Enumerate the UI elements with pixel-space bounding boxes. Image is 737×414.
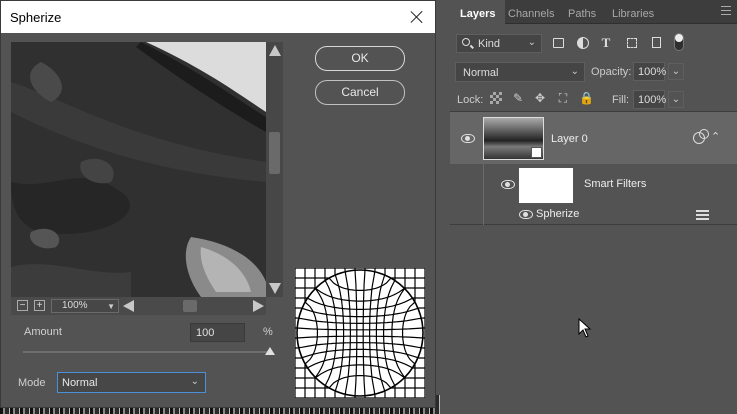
preview-zoom-bar: − + 100% ▼ [11, 297, 266, 315]
mode-label: Mode [18, 377, 46, 389]
zoom-in-button[interactable]: + [34, 300, 45, 311]
scroll-up-arrow-icon[interactable] [269, 45, 281, 56]
pixel-layer-filter-icon[interactable] [553, 38, 564, 48]
spherize-outline [296, 269, 424, 397]
spherize-dialog: Spherize − + 100% ▼ OK Cancel Amount 100… [0, 0, 436, 408]
filter-preview-image[interactable] [11, 42, 266, 297]
chevron-down-icon: ⌄ [570, 66, 579, 77]
horizontal-scroll-thumb[interactable] [183, 300, 197, 312]
mode-select-value: Normal [62, 377, 98, 389]
eye-visibility-icon[interactable] [519, 210, 533, 219]
amount-slider-handle[interactable] [265, 347, 275, 355]
tab-paths[interactable]: Paths [568, 0, 596, 24]
amount-unit: % [263, 326, 273, 338]
dialog-title: Spherize [10, 10, 62, 25]
smart-object-filter-icon[interactable] [652, 37, 661, 48]
lock-all-icon[interactable]: 🔒 [579, 92, 594, 104]
dialog-title-bar[interactable]: Spherize [1, 1, 435, 33]
opacity-value: 100% [638, 66, 667, 78]
zoom-out-button[interactable]: − [17, 300, 28, 311]
layer-thumbnail[interactable] [483, 117, 544, 160]
panel-menu-icon[interactable] [721, 6, 731, 15]
scroll-right-arrow-icon[interactable] [253, 300, 264, 312]
mode-select[interactable]: Normal ⌄ [57, 372, 206, 393]
cancel-button[interactable]: Cancel [315, 80, 405, 105]
opacity-label: Opacity: [591, 66, 632, 78]
chevron-down-icon[interactable]: ⌄ [668, 63, 684, 80]
blend-mode-select[interactable]: Normal ⌄ [455, 62, 585, 82]
fill-input[interactable]: 100% ⌄ [633, 90, 684, 109]
layer-name[interactable]: Layer 0 [551, 133, 588, 145]
lock-artboard-icon[interactable]: ⛶ [557, 92, 569, 104]
amount-label: Amount [24, 326, 62, 338]
chevron-down-icon: ⌄ [527, 37, 536, 48]
tab-channels[interactable]: Channels [508, 0, 554, 24]
chevron-down-icon[interactable]: ⌄ [668, 91, 684, 108]
zoom-level-select[interactable]: 100% ▼ [51, 299, 119, 313]
spherize-grid-preview [294, 267, 426, 399]
filter-item-spherize[interactable]: Spherize [536, 208, 579, 220]
lock-transparent-pixels-icon[interactable] [490, 92, 502, 104]
panel-tab-bar: Layers Channels Paths Libraries [450, 0, 737, 25]
smart-filters-group: Smart Filters Spherize [450, 164, 737, 225]
smart-filter-indicator-icon [693, 129, 709, 144]
search-icon [462, 38, 470, 46]
fill-value: 100% [638, 94, 667, 106]
tab-libraries[interactable]: Libraries [612, 0, 654, 24]
filter-mask-thumbnail[interactable] [518, 167, 574, 204]
fill-label: Fill: [612, 94, 630, 106]
close-icon[interactable] [407, 7, 427, 27]
scroll-left-arrow-icon[interactable] [123, 300, 134, 312]
lock-label: Lock: [457, 94, 484, 106]
preview-horizontal-scrollbar[interactable] [121, 298, 266, 314]
eye-visibility-icon[interactable] [461, 134, 475, 143]
chevron-down-icon: ⌄ [190, 376, 199, 387]
shape-layer-filter-icon[interactable] [627, 38, 637, 48]
layer-row[interactable]: Layer 0 ⌃ [450, 112, 737, 164]
type-layer-filter-icon[interactable]: T [600, 36, 612, 49]
opacity-input[interactable]: 100% ⌄ [633, 62, 684, 81]
lock-image-pixels-icon[interactable]: ✎ [512, 92, 524, 104]
preview-vertical-scrollbar[interactable] [266, 42, 283, 297]
smart-filters-label[interactable]: Smart Filters [584, 178, 646, 190]
chevron-down-icon: ▼ [107, 302, 115, 311]
spherize-grid-lines [294, 267, 426, 399]
amount-slider-track[interactable] [23, 351, 272, 353]
filter-blending-options-icon[interactable] [696, 210, 709, 220]
filter-kind-select[interactable]: Kind ⌄ [456, 34, 542, 53]
mouse-cursor-icon [578, 318, 592, 338]
filter-toggle-switch[interactable] [674, 33, 684, 51]
adjustment-layer-filter-icon[interactable] [577, 37, 589, 49]
eye-visibility-icon[interactable] [501, 180, 515, 189]
filter-kind-value: Kind [478, 38, 501, 50]
blend-mode-value: Normal [463, 67, 499, 79]
lock-position-icon[interactable]: ✥ [534, 92, 546, 104]
smart-object-badge-icon [531, 147, 542, 158]
photoshop-window: Spherize − + 100% ▼ OK Cancel Amount 100… [0, 0, 737, 414]
collapse-arrow-icon[interactable]: ⌃ [711, 130, 720, 143]
indent-line [483, 164, 484, 225]
layers-panel: Layers Channels Paths Libraries Kind ⌄ T… [450, 0, 737, 414]
ok-button[interactable]: OK [315, 46, 405, 71]
tab-layers[interactable]: Layers [450, 0, 506, 25]
vertical-scroll-thumb[interactable] [269, 132, 280, 174]
zoom-level-value: 100% [62, 300, 88, 311]
amount-input[interactable]: 100 [190, 323, 245, 342]
scroll-down-arrow-icon[interactable] [269, 283, 281, 294]
